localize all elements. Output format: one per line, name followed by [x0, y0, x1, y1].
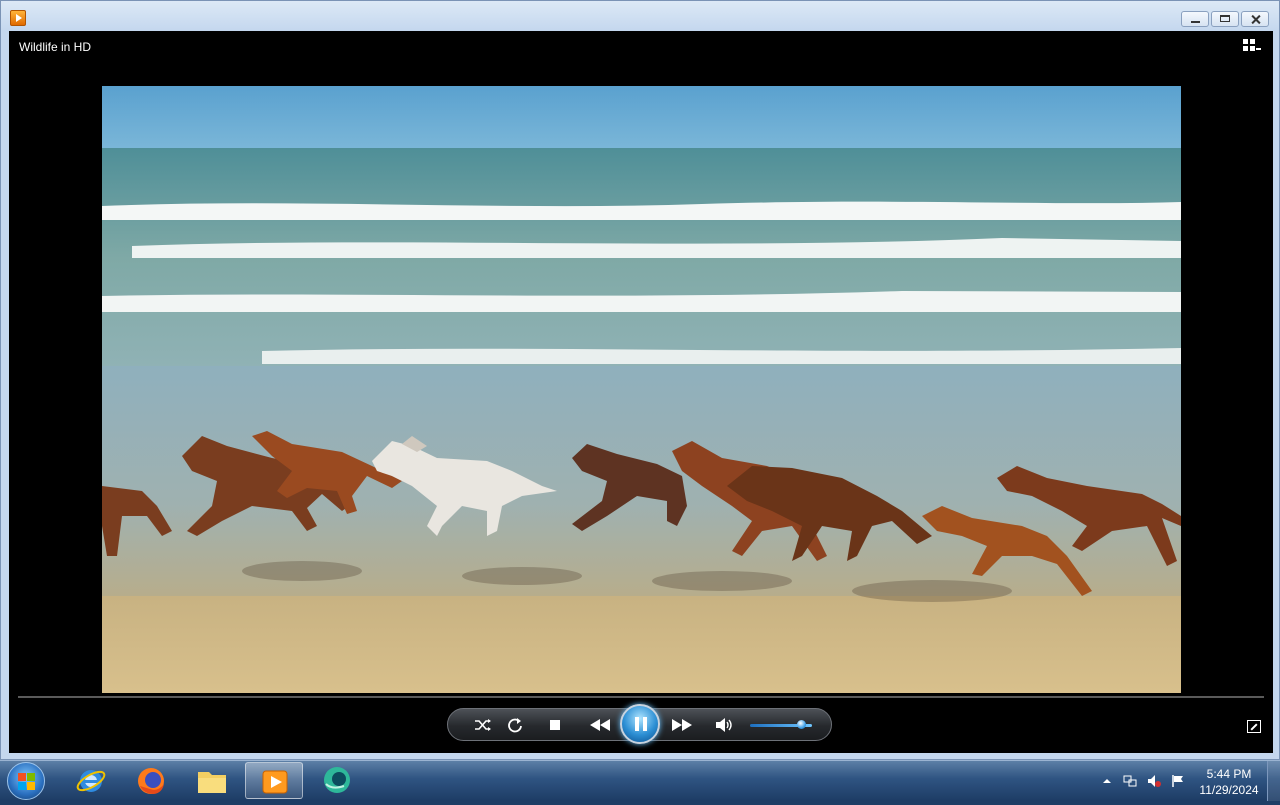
repeat-icon[interactable]	[506, 717, 524, 733]
show-hidden-icons-icon[interactable]	[1100, 774, 1114, 788]
action-center-flag-icon[interactable]	[1171, 774, 1185, 788]
clock-time: 5:44 PM	[1206, 767, 1252, 781]
internet-explorer-icon	[76, 770, 106, 792]
fullscreen-icon[interactable]	[1247, 720, 1261, 733]
pause-icon	[635, 717, 639, 731]
media-player-icon[interactable]	[10, 10, 26, 26]
taskbar-internet-explorer[interactable]	[62, 762, 120, 799]
folder-icon	[198, 772, 226, 793]
volume-slider-thumb[interactable]	[797, 720, 806, 729]
clock-date: 11/29/2024	[1199, 783, 1259, 797]
taskbar-firefox[interactable]	[122, 762, 180, 799]
minimize-button[interactable]	[1181, 11, 1209, 27]
media-player-icon	[262, 770, 288, 794]
taskbar-windows-explorer[interactable]	[183, 762, 241, 799]
shuffle-icon[interactable]	[474, 717, 492, 733]
taskbar: 5:44 PM 11/29/2024	[0, 760, 1280, 801]
speaker-muted-icon[interactable]	[1147, 774, 1161, 788]
stop-icon[interactable]	[546, 717, 564, 733]
close-button[interactable]	[1241, 11, 1269, 27]
seek-bar[interactable]	[18, 696, 1264, 698]
caption-buttons	[1181, 11, 1269, 27]
firefox-icon	[138, 768, 164, 794]
playback-controls	[447, 704, 832, 744]
taskbar-windows-media-player[interactable]	[245, 762, 303, 799]
media-title: Wildlife in HD	[19, 40, 92, 54]
clock[interactable]: 5:44 PM 11/29/2024	[1196, 766, 1262, 798]
taskbar-screen-app[interactable]	[308, 762, 366, 799]
pause-button[interactable]	[620, 704, 660, 744]
video-frame[interactable]	[102, 86, 1181, 693]
network-icon[interactable]	[1123, 774, 1137, 788]
next-icon[interactable]	[670, 717, 694, 733]
media-player-window: Wildlife in HD	[0, 0, 1280, 760]
globe-icon	[324, 767, 350, 793]
windows-start-icon[interactable]	[7, 762, 45, 800]
volume-icon[interactable]	[715, 717, 733, 733]
title-bar[interactable]	[1, 1, 1279, 31]
previous-icon[interactable]	[588, 717, 612, 733]
show-desktop-button[interactable]	[1267, 761, 1280, 801]
switch-to-library-icon[interactable]	[1243, 39, 1261, 55]
now-playing-area: Wildlife in HD	[9, 31, 1273, 753]
restore-button[interactable]	[1211, 11, 1239, 27]
